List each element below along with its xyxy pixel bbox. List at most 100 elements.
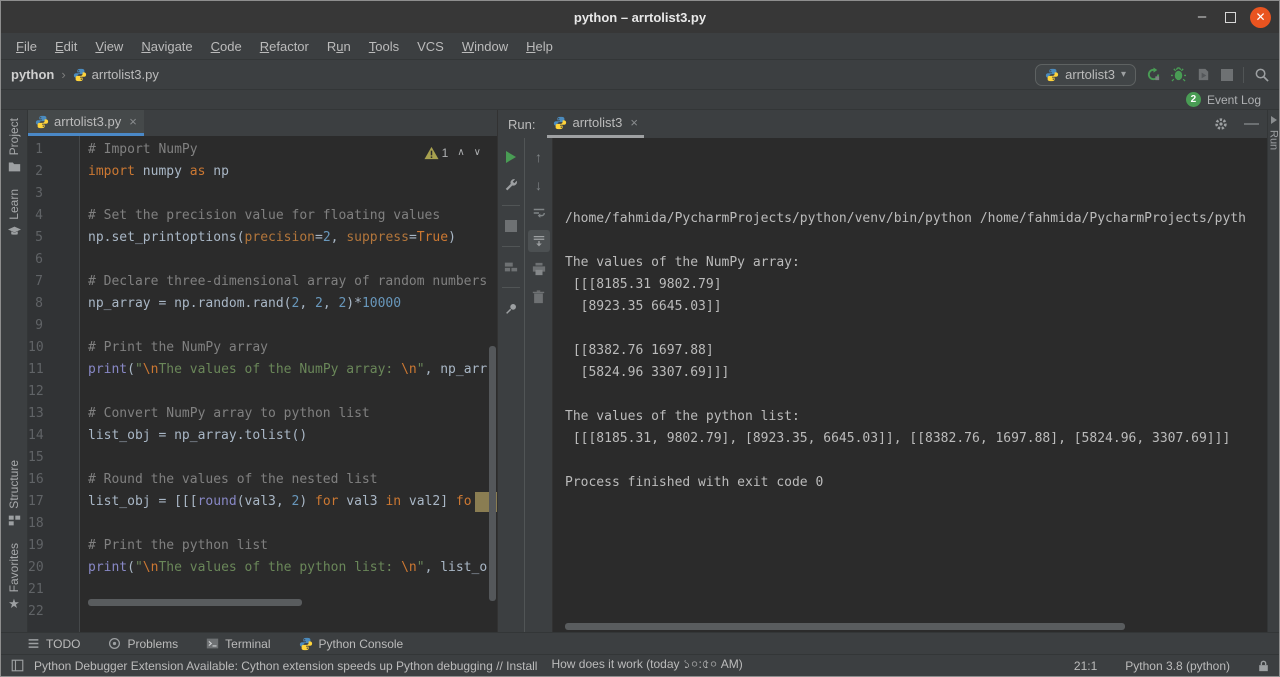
- gear-icon[interactable]: [1214, 117, 1228, 131]
- problems-icon: [108, 637, 121, 650]
- title-bar: python – arrtolist3.py – ✕: [1, 1, 1279, 33]
- maximize-icon[interactable]: [1225, 12, 1236, 23]
- line-number: 17: [28, 491, 43, 513]
- toolwindow-toggle-icon[interactable]: [11, 659, 24, 672]
- console-line: [565, 318, 1267, 340]
- close-icon[interactable]: ✕: [1250, 7, 1271, 28]
- caret-position[interactable]: 21:1: [1074, 659, 1097, 673]
- run-console[interactable]: /home/fahmida/PycharmProjects/python/ven…: [553, 138, 1267, 632]
- line-number: 2: [28, 161, 43, 183]
- console-trash-icon[interactable]: [528, 286, 550, 308]
- run-run-icon[interactable]: [500, 146, 522, 168]
- tab-close-icon[interactable]: ×: [630, 115, 638, 130]
- menu-window[interactable]: Window: [453, 36, 517, 57]
- run-pin-icon[interactable]: [500, 297, 522, 319]
- navbar-coverage-icon[interactable]: [1196, 67, 1211, 82]
- python-icon: [553, 116, 567, 130]
- layout-icon: [504, 260, 518, 274]
- menu-run[interactable]: Run: [318, 36, 360, 57]
- event-log-strip: 2 Event Log: [1, 89, 1279, 109]
- editor-tab[interactable]: arrtolist3.py ×: [28, 110, 144, 136]
- menu-view[interactable]: View: [86, 36, 132, 57]
- python-file-icon: [73, 68, 87, 82]
- editor-tab-bar: arrtolist3.py ×: [28, 110, 497, 136]
- console-horizontal-scrollbar[interactable]: [565, 623, 1125, 630]
- inspection-widget[interactable]: 1 ∧ ∨: [424, 142, 481, 164]
- wrench-icon: [504, 178, 518, 192]
- hide-icon[interactable]: —: [1244, 120, 1259, 128]
- python-file-icon: [35, 115, 49, 129]
- menu-code[interactable]: Code: [202, 36, 251, 57]
- status-link[interactable]: How does it work (today ১০:৫০ AM): [551, 656, 742, 676]
- menu-refactor[interactable]: Refactor: [251, 36, 318, 57]
- toolwindow-problems[interactable]: Problems: [108, 637, 178, 651]
- line-number: 3: [28, 183, 43, 205]
- tab-close-icon[interactable]: ×: [129, 114, 137, 129]
- toolwindow-python-console[interactable]: Python Console: [299, 637, 404, 651]
- code-line: import numpy as np: [88, 161, 497, 183]
- editor-vertical-scrollbar[interactable]: [489, 346, 496, 601]
- console-line: The values of the python list:: [565, 406, 1267, 428]
- scroll-to-end-icon: [532, 234, 546, 248]
- python-icon: [299, 637, 313, 651]
- stripe-item-structure[interactable]: Structure: [7, 460, 21, 527]
- trash-icon: [532, 290, 545, 304]
- navbar-stop-icon[interactable]: [1221, 69, 1233, 81]
- stripe-item-project[interactable]: Project: [7, 118, 21, 173]
- code-editor[interactable]: 12345678910111213141516171819202122 # Im…: [28, 136, 497, 632]
- menu-edit[interactable]: Edit: [46, 36, 86, 57]
- breadcrumb-file[interactable]: arrtolist3.py: [73, 67, 159, 82]
- terminal-icon: [206, 637, 219, 650]
- stripe-item-favorites[interactable]: Favorites ★: [7, 543, 21, 610]
- code-line: [88, 315, 497, 337]
- breadcrumb-project[interactable]: python: [11, 67, 54, 82]
- editor-horizontal-scrollbar[interactable]: [88, 599, 302, 606]
- run-layout-icon[interactable]: [500, 256, 522, 278]
- menu-tools[interactable]: Tools: [360, 36, 408, 57]
- navbar-search-icon[interactable]: [1254, 67, 1269, 82]
- console-toolbar: ↑↓: [525, 138, 553, 632]
- navbar-debug-icon[interactable]: [1171, 67, 1186, 82]
- console-printer-icon[interactable]: [528, 258, 550, 280]
- console-arrow-down-icon[interactable]: ↓: [528, 174, 550, 196]
- toolwindow-todo[interactable]: TODO: [27, 637, 80, 651]
- stripe-item-run[interactable]: Run: [1268, 130, 1280, 150]
- run-toolbar: [1146, 67, 1269, 83]
- navigation-bar: python › arrtolist3.py arrtolist3 ▾: [1, 59, 1279, 89]
- minimize-icon[interactable]: –: [1193, 12, 1211, 22]
- menu-vcs[interactable]: VCS: [408, 36, 453, 57]
- console-line: [5824.96 3307.69]]]: [565, 362, 1267, 384]
- editor-code[interactable]: # Import NumPyimport numpy as np# Set th…: [80, 136, 497, 632]
- stripe-item-learn[interactable]: Learn: [7, 189, 21, 238]
- pin-icon: [505, 302, 518, 315]
- event-log-button[interactable]: Event Log: [1207, 93, 1261, 107]
- toolwindow-terminal[interactable]: Terminal: [206, 637, 270, 651]
- console-arrow-up-icon[interactable]: ↑: [528, 146, 550, 168]
- line-number: 5: [28, 227, 43, 249]
- navbar-rerun-icon[interactable]: [1146, 67, 1161, 82]
- code-line: # Print the python list: [88, 535, 497, 557]
- console-soft-wrap-icon[interactable]: [528, 202, 550, 224]
- lock-icon[interactable]: [1258, 660, 1269, 672]
- learn-icon: [8, 225, 21, 238]
- run-tab[interactable]: arrtolist3 ×: [547, 110, 643, 138]
- chevron-down-icon: ▾: [1121, 69, 1126, 80]
- pycharm-window: python – arrtolist3.py – ✕ FileEditViewN…: [0, 0, 1280, 677]
- next-warning-icon[interactable]: ∨: [474, 142, 481, 164]
- run-configuration-select[interactable]: arrtolist3 ▾: [1035, 64, 1136, 86]
- warning-count: 1: [442, 142, 449, 164]
- menu-file[interactable]: File: [7, 36, 46, 57]
- menu-navigate[interactable]: Navigate: [132, 36, 201, 57]
- prev-warning-icon[interactable]: ∧: [457, 142, 464, 164]
- run-body: ↑↓ /home/fahmida/PycharmProjects/python/…: [498, 138, 1267, 632]
- run-stop-icon[interactable]: [500, 215, 522, 237]
- run-wrench-icon[interactable]: [500, 174, 522, 196]
- interpreter-selector[interactable]: Python 3.8 (python): [1125, 659, 1230, 673]
- console-scroll-to-end-icon[interactable]: [528, 230, 550, 252]
- stripe-label: Favorites: [7, 543, 21, 592]
- code-line: # Round the values of the nested list: [88, 469, 497, 491]
- star-icon: ★: [8, 597, 20, 610]
- menu-help[interactable]: Help: [517, 36, 562, 57]
- line-number: 12: [28, 381, 43, 403]
- tool-window-bar: TODO Problems Terminal Python Console: [1, 632, 1279, 654]
